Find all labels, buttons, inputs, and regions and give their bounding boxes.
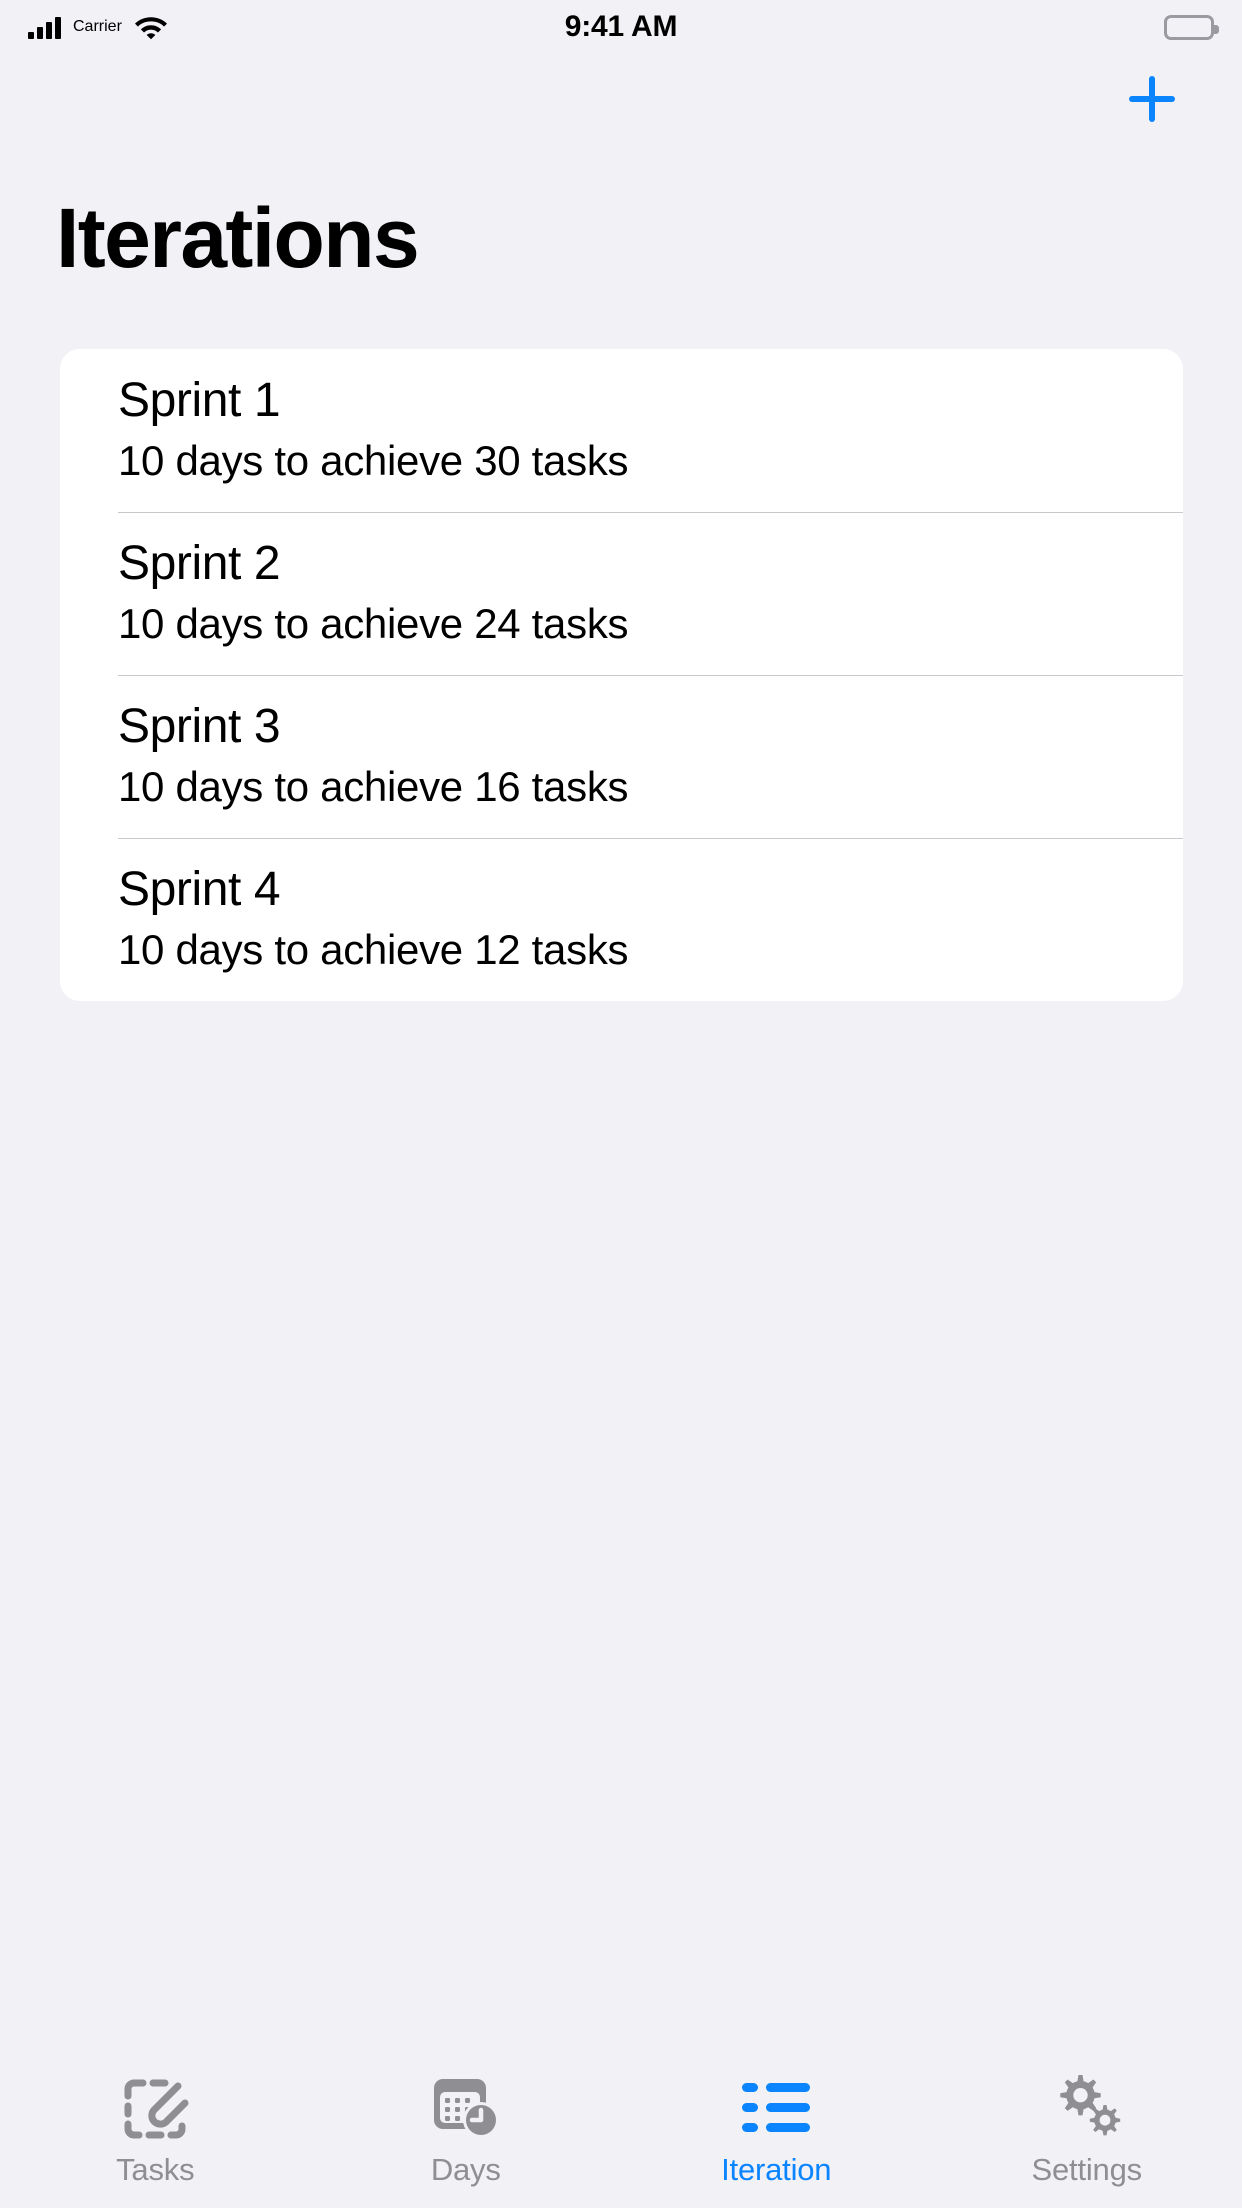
list-item-title: Sprint 1 [118,374,281,427]
list-item-subtitle: 10 days to achieve 30 tasks [118,436,629,484]
paperclip-document-icon [116,2072,194,2144]
list-item-title: Sprint 3 [118,700,281,754]
calendar-clock-icon [427,2072,505,2144]
list-item[interactable]: Sprint 3 10 days to achieve 16 tasks [60,675,1183,839]
list-item[interactable]: Sprint 2 10 days to achieve 24 tasks [60,512,1183,676]
list-item-subtitle: 10 days to achieve 24 tasks [118,599,629,647]
tab-days[interactable]: Days [311,2072,622,2185]
bulleted-list-icon [737,2072,815,2144]
tab-label: Settings [1031,2152,1143,2187]
tab-tasks[interactable]: Tasks [0,2072,311,2185]
list-item-subtitle: 10 days to achieve 12 tasks [118,925,629,973]
tab-label: Tasks [116,2152,195,2187]
list-item[interactable]: Sprint 1 10 days to achieve 30 tasks [60,349,1183,513]
gears-icon [1048,2072,1126,2144]
tab-label: Days [430,2152,501,2187]
navigation-bar [0,54,1242,144]
tab-bar: Tasks Days Iteration Settings [0,2040,1242,2208]
status-bar-center: 9:41 AM [565,12,678,42]
status-bar-right [677,14,1219,40]
tab-iteration[interactable]: Iteration [621,2072,932,2185]
status-bar-left: Carrier [28,14,565,40]
list-item[interactable]: Sprint 4 10 days to achieve 12 tasks [60,838,1183,1002]
add-iteration-button[interactable] [1114,61,1190,137]
wifi-icon [134,14,168,40]
list-item-title: Sprint 4 [118,863,281,917]
battery-full-icon [1164,14,1219,40]
status-bar: Carrier 9:41 AM [0,0,1242,54]
signal-bars-icon [28,15,61,39]
iterations-list: Sprint 1 10 days to achieve 30 tasks Spr… [60,349,1183,1002]
plus-icon [1124,71,1180,127]
page-title: Iterations [56,191,420,285]
list-item-title: Sprint 2 [118,537,281,591]
status-time: 9:41 AM [564,10,678,43]
tab-settings[interactable]: Settings [932,2072,1242,2185]
list-item-subtitle: 10 days to achieve 16 tasks [118,762,629,810]
tab-label: Iteration [721,2152,832,2187]
carrier-label: Carrier [73,18,122,35]
